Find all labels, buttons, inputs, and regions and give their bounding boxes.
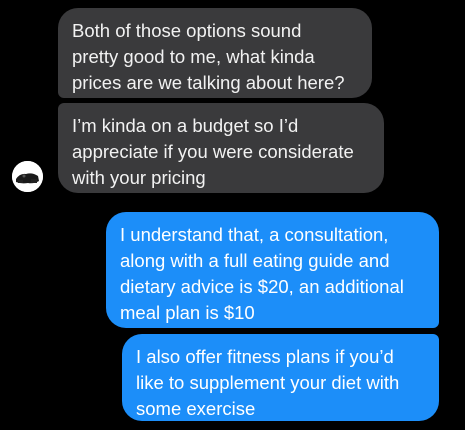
outgoing-message[interactable]: I also offer fitness plans if you’d like… (122, 334, 439, 421)
message-text: Both of those options sound pretty good … (72, 20, 345, 93)
avatar-image (12, 161, 43, 192)
incoming-message[interactable]: I’m kinda on a budget so I’d appreciate … (58, 103, 384, 193)
message-text: I’m kinda on a budget so I’d appreciate … (72, 115, 354, 188)
user-avatar-icon[interactable] (12, 161, 43, 192)
message-text: I also offer fitness plans if you’d like… (136, 346, 400, 419)
outgoing-message[interactable]: I understand that, a consultation, along… (106, 212, 439, 328)
message-text: I understand that, a consultation, along… (120, 224, 404, 323)
incoming-message[interactable]: Both of those options sound pretty good … (58, 8, 372, 98)
